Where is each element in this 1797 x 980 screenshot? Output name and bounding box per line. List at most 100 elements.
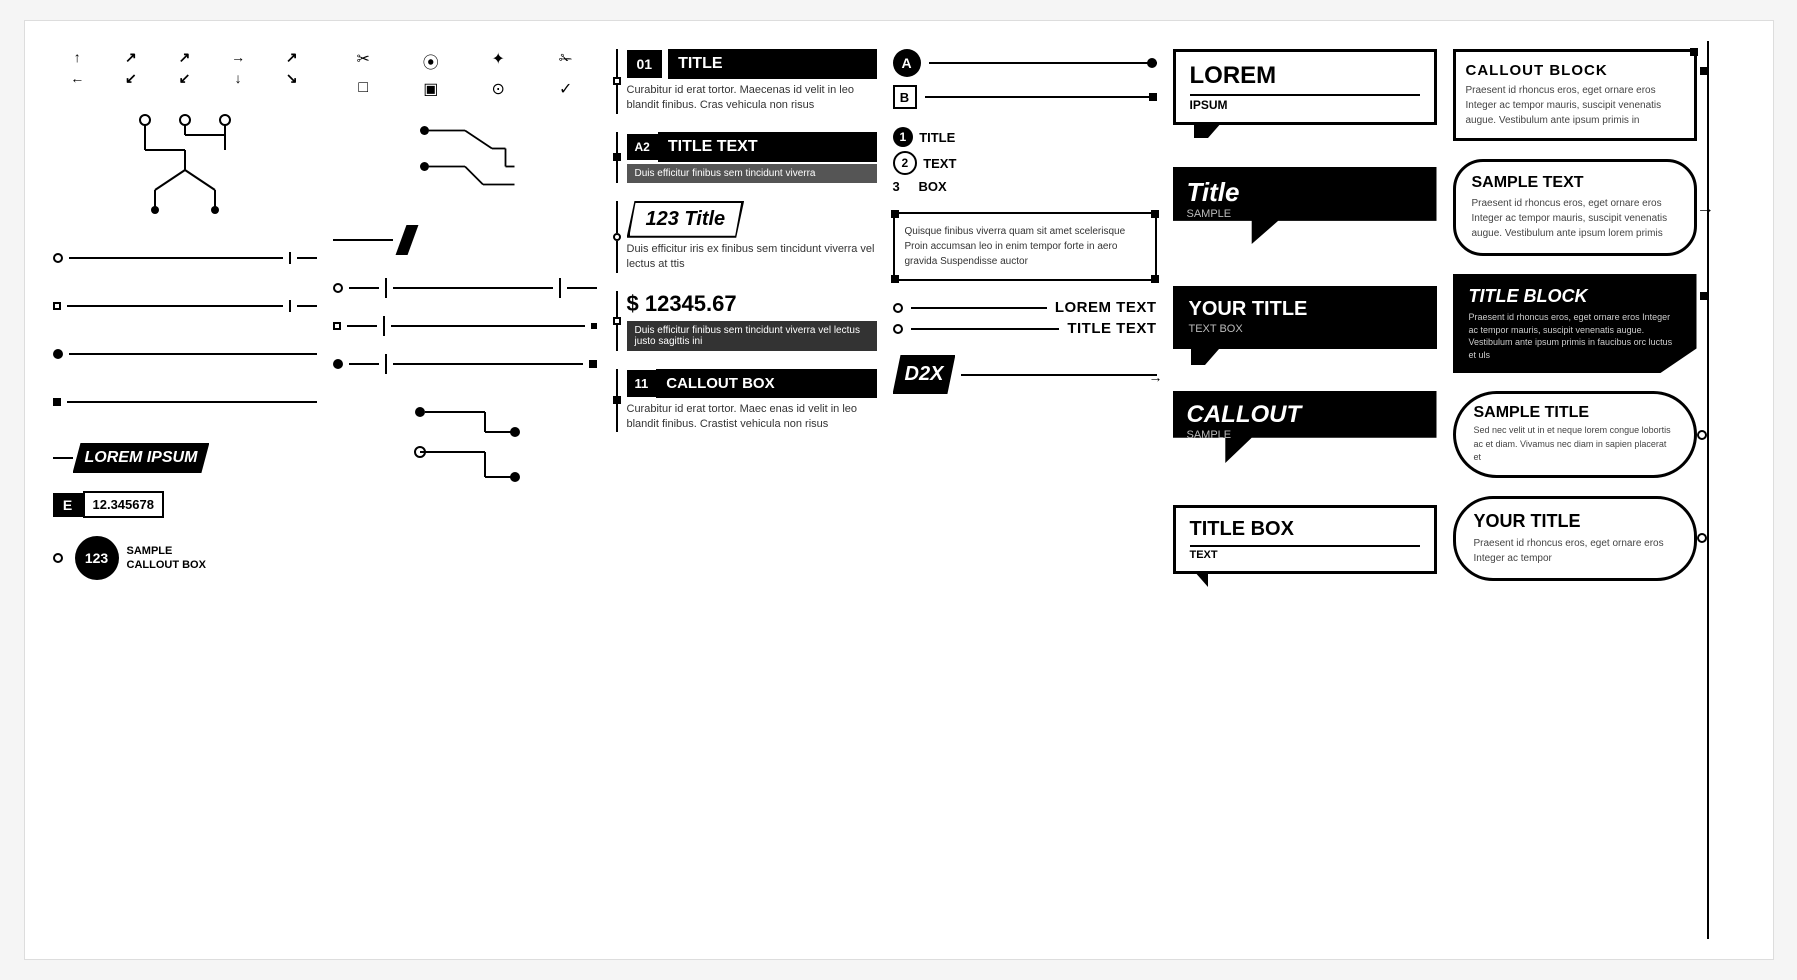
callout-block-box: CALLOUT BLOCK Praesent id rhoncus eros, … — [1453, 49, 1697, 141]
arrow-sw: ↙ — [106, 70, 156, 87]
col4: A B 1 TITLE 2 TEXT 3 BOX — [885, 41, 1165, 939]
title-box-bubble: TITLE BOX TEXT — [1173, 505, 1437, 574]
title-text-line: TITLE TEXT — [893, 320, 1157, 337]
col6: CALLOUT BLOCK Praesent id rhoncus eros, … — [1445, 41, 1725, 939]
circuit-path — [333, 117, 597, 207]
title-a2-label: A2 — [627, 134, 658, 160]
corner-square-top — [1690, 48, 1698, 56]
sample-title-box: SAMPLE TITLE Sed nec velit ut in et nequ… — [1453, 391, 1697, 478]
callout-sub: SAMPLE — [1187, 429, 1423, 441]
sample-text-box: SAMPLE TEXT Praesent id rhoncus eros, eg… — [1453, 159, 1697, 256]
lorem-ipsum-text: LOREM IPSUM — [73, 443, 210, 473]
title-text-label: TITLE TEXT — [1067, 320, 1156, 337]
t-dot-line — [333, 349, 597, 379]
title-block-title: TITLE BLOCK — [1469, 286, 1681, 307]
col1: ↑ ↗ ↗ → ↗ ← ↙ ↙ ↓ ↘ — [45, 41, 325, 939]
circuit-tree-svg — [53, 105, 317, 225]
bubble-title-italic: Title — [1187, 177, 1423, 208]
num-item-2: 2 TEXT — [893, 151, 1157, 175]
your-title-sub: TEXT BOX — [1189, 323, 1421, 335]
your-title-oval-text: YOUR TITLE — [1474, 511, 1676, 532]
callout-block-desc: Praesent id rhoncus eros, eget ornare er… — [1466, 83, 1684, 128]
scissors-icon1: ✂ — [333, 49, 395, 73]
circle-123: 123 — [75, 536, 119, 580]
text-frame: Quisque finibus viverra quam sit amet sc… — [893, 212, 1157, 281]
d2x-block: D2X → — [893, 355, 1157, 394]
title-block-01: 01 TITLE Curabitur id erat tortor. Maece… — [613, 49, 877, 114]
callout-11-desc: Curabitur id erat tortor. Maec enas id v… — [627, 402, 877, 433]
ab-list: A B — [893, 49, 1157, 109]
ab-sq-b: B — [893, 85, 917, 109]
title-a2-sub: Duis efficitur finibus sem tincidunt viv… — [627, 164, 877, 183]
lorem-ipsum-bubble: LOREM IPSUM — [1173, 49, 1437, 125]
circuit-nodes — [333, 397, 597, 517]
sample-text-title: SAMPLE TEXT — [1472, 174, 1678, 192]
d2x-label: D2X — [893, 355, 956, 394]
text-frame-content: Quisque finibus viverra quam sit amet sc… — [905, 226, 1126, 267]
arrow-down: ↓ — [213, 70, 263, 87]
title-a2-text: TITLE TEXT — [658, 132, 877, 162]
scissors-icon4: ✁ — [535, 49, 597, 73]
callout-bubble: CALLOUT SAMPLE — [1173, 391, 1437, 463]
title-123-desc: Duis efficitur iris ex finibus sem tinci… — [627, 242, 877, 273]
t-open-line — [333, 273, 597, 303]
title-sample-bubble: Title SAMPLE — [1173, 167, 1437, 244]
connector-row-square — [53, 291, 317, 321]
scissors-icon2: ⦿ — [400, 49, 462, 73]
scissors-grid: ✂ ⦿ ✦ ✁ □ ▣ ⊙ ✓ — [333, 49, 597, 99]
sample-text-arrow: → — [1697, 197, 1715, 218]
timeline-dot-2 — [1697, 533, 1707, 543]
num-3: 3 — [893, 179, 913, 194]
title-block-item: TITLE BLOCK Praesent id rhoncus eros, eg… — [1453, 274, 1717, 373]
title-01-num: 01 — [627, 50, 663, 78]
main-canvas: ↑ ↗ ↗ → ↗ ← ↙ ↙ ↓ ↘ — [24, 20, 1774, 960]
title-box-text: TITLE BOX — [1190, 518, 1420, 541]
sample-text-item: SAMPLE TEXT Praesent id rhoncus eros, eg… — [1453, 159, 1717, 256]
title-block-box: TITLE BLOCK Praesent id rhoncus eros, eg… — [1453, 274, 1697, 373]
callout-block-item: CALLOUT BLOCK Praesent id rhoncus eros, … — [1453, 49, 1717, 141]
ab-circle-a: A — [893, 49, 921, 77]
connector-row-open — [53, 243, 317, 273]
title-01-desc: Curabitur id erat tortor. Maecenas id ve… — [627, 83, 877, 114]
your-title-bubble: YOUR TITLE TEXT BOX — [1173, 286, 1437, 349]
bubble-title-sub: SAMPLE — [1187, 208, 1423, 220]
your-title-text: YOUR TITLE — [1189, 298, 1421, 321]
arrow-nw: ↘ — [267, 70, 317, 87]
lorem-text-label: LOREM TEXT — [1055, 299, 1157, 316]
timeline-dot-1 — [1697, 430, 1707, 440]
price-desc: Duis efficitur finibus sem tincidunt viv… — [627, 321, 877, 351]
title-block-desc: Praesent id rhoncus eros, eget ornare er… — [1469, 311, 1681, 361]
square-icon3: ⊙ — [468, 79, 530, 99]
arrow-right: → — [213, 49, 263, 66]
callout-11-num: 11 — [627, 370, 657, 397]
circuit-path-svg — [333, 117, 597, 207]
num-label-title: TITLE — [919, 130, 955, 145]
col2: ✂ ⦿ ✦ ✁ □ ▣ ⊙ ✓ — [325, 41, 605, 939]
arrow-grid: ↑ ↗ ↗ → ↗ ← ↙ ↙ ↓ ↘ — [53, 49, 317, 87]
num-list: 1 TITLE 2 TEXT 3 BOX — [893, 127, 1157, 194]
e-label: E — [53, 493, 83, 517]
sample-callout-text: SAMPLE CALLOUT BOX — [127, 544, 206, 573]
timeline-square-2 — [1700, 292, 1708, 300]
sample-title-text: SAMPLE TITLE — [1474, 404, 1676, 422]
slash-connector — [333, 225, 597, 255]
your-title-oval-desc: Praesent id rhoncus eros, eget ornare er… — [1474, 536, 1676, 566]
price-block: $ 12345.67 Duis efficitur finibus sem ti… — [613, 291, 877, 351]
arrow-sw2: ↙ — [160, 70, 210, 87]
connector-row-sq-fill — [53, 387, 317, 417]
callout-11-title: CALLOUT BOX — [656, 369, 876, 398]
lorem-text-line: LOREM TEXT — [893, 299, 1157, 316]
lorem-text-row: LOREM TEXT TITLE TEXT — [893, 299, 1157, 337]
your-title-item: YOUR TITLE Praesent id rhoncus eros, ege… — [1453, 496, 1717, 581]
circle-callout-row: 123 SAMPLE CALLOUT BOX — [53, 536, 317, 580]
timeline-square-1 — [1700, 67, 1708, 75]
sample-text-desc: Praesent id rhoncus eros, eget ornare er… — [1472, 196, 1678, 241]
lorem-title: LOREM — [1190, 62, 1420, 90]
title-123-text: 123 Title — [630, 203, 742, 236]
t-sq-line — [333, 311, 597, 341]
scissors-icon3: ✦ — [468, 49, 530, 73]
t-connectors — [333, 273, 597, 379]
connector-row-fill — [53, 339, 317, 369]
e-number-row: E 12.345678 — [53, 491, 317, 518]
ab-item-b: B — [893, 85, 1157, 109]
